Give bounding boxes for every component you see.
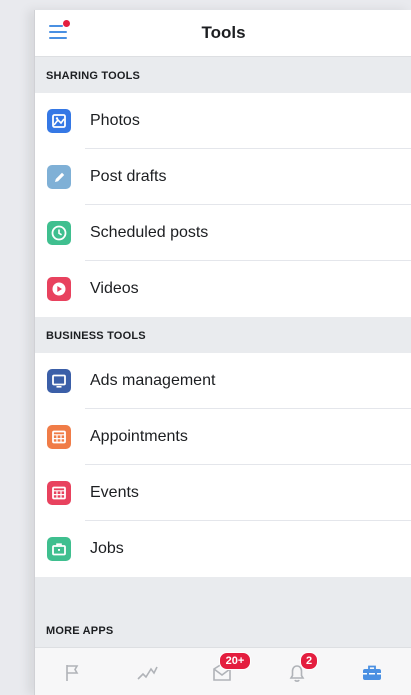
section-title: BUSINESS TOOLS [46, 330, 146, 342]
pages-tab[interactable] [35, 648, 110, 695]
tool-item-jobs[interactable]: Jobs [35, 521, 411, 577]
insights-icon [137, 666, 158, 680]
clock-icon [47, 221, 71, 245]
tool-item-label: Events [90, 484, 139, 501]
tool-item-label: Jobs [90, 540, 124, 557]
tool-item-photos[interactable]: Photos [35, 93, 411, 149]
inbox-tab[interactable]: 20+ [185, 648, 260, 695]
briefcase-icon [47, 537, 71, 561]
tool-item-label: Ads management [90, 372, 216, 389]
section-title: SHARING TOOLS [46, 70, 141, 82]
monitor-icon [47, 369, 71, 393]
section-header-business-tools: BUSINESS TOOLS [35, 317, 411, 353]
page-frame: Tools SHARING TOOLS Photos Post drafts S… [0, 0, 411, 695]
photos-icon [47, 109, 71, 133]
toolbox-icon [363, 665, 381, 680]
tool-item-events[interactable]: Events [35, 465, 411, 521]
calendar-icon [47, 481, 71, 505]
page-title: Tools [201, 23, 246, 42]
section-title: MORE APPS [46, 625, 114, 637]
flag-icon [66, 665, 79, 681]
tool-item-ads-management[interactable]: Ads management [35, 353, 411, 409]
calendar-icon [47, 425, 71, 449]
tool-item-label: Appointments [90, 428, 188, 445]
tool-item-post-drafts[interactable]: Post drafts [35, 149, 411, 205]
tools-tab[interactable] [335, 648, 410, 695]
section-header-sharing-tools: SHARING TOOLS [35, 57, 411, 93]
tool-item-label: Scheduled posts [90, 224, 209, 241]
tool-item-scheduled-posts[interactable]: Scheduled posts [35, 205, 411, 261]
insights-tab[interactable] [110, 648, 185, 695]
tool-item-label: Videos [90, 280, 139, 297]
section-header-more-apps: MORE APPS [35, 577, 411, 647]
bottom-tab-bar: 20+ 2 [35, 647, 411, 695]
notifications-tab[interactable]: 2 [260, 648, 335, 695]
inbox-badge: 20+ [219, 652, 251, 670]
top-bar: Tools [35, 10, 411, 57]
app-screen: Tools SHARING TOOLS Photos Post drafts S… [34, 10, 411, 695]
play-icon [47, 277, 71, 301]
pencil-icon [47, 165, 71, 189]
tool-item-label: Post drafts [90, 168, 167, 185]
notifications-badge: 2 [300, 652, 318, 670]
tool-item-videos[interactable]: Videos [35, 261, 411, 317]
tool-item-appointments[interactable]: Appointments [35, 409, 411, 465]
tool-item-label: Photos [90, 112, 140, 129]
